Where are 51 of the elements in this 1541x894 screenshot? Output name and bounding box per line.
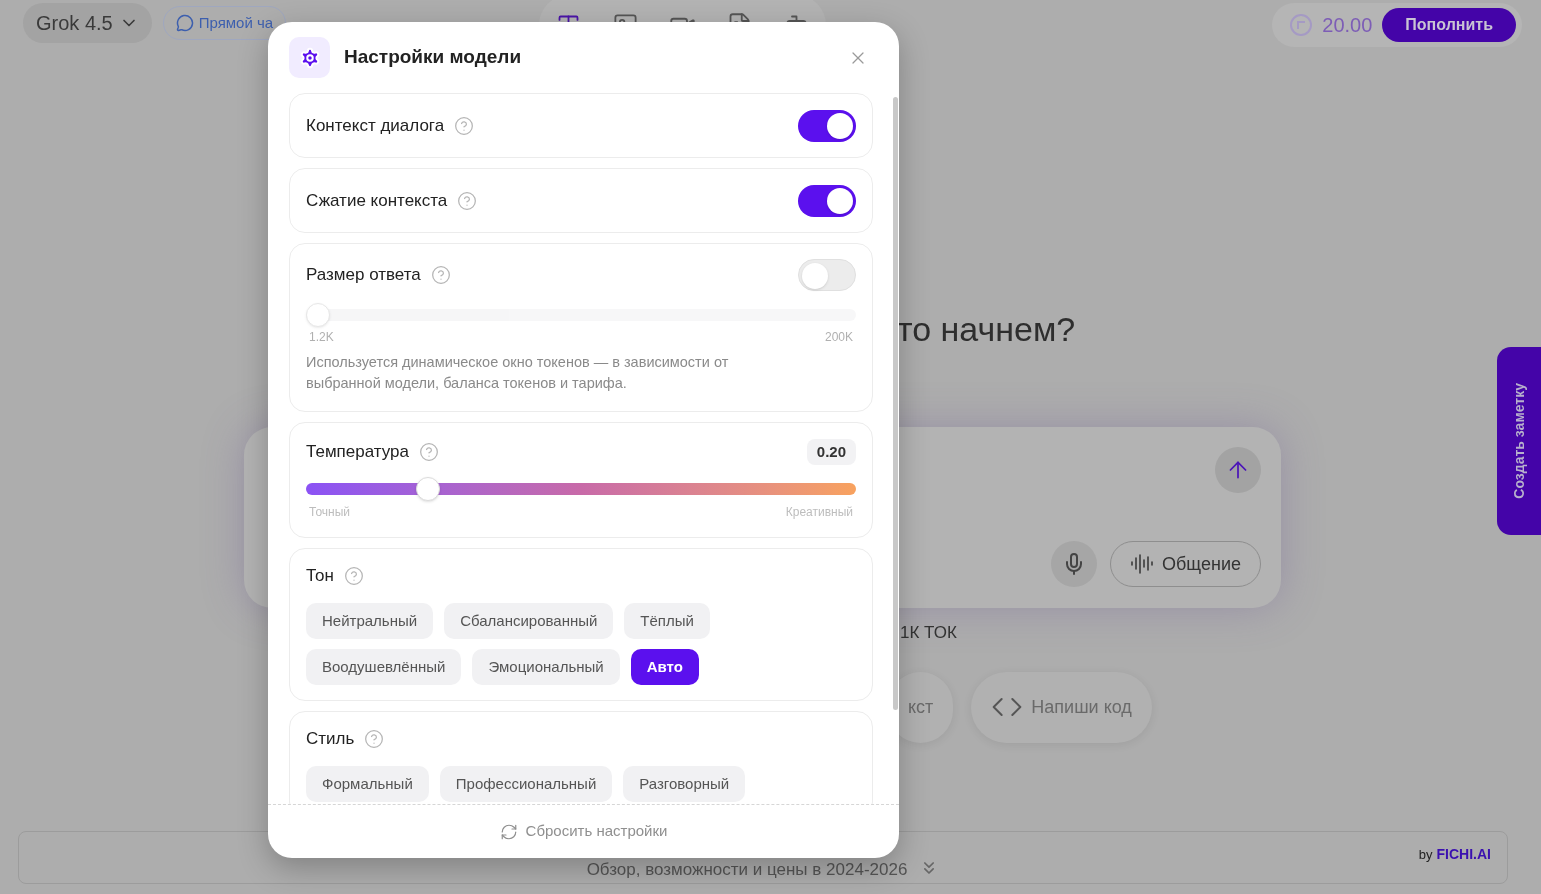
refresh-icon <box>499 822 518 841</box>
setting-label: Контекст диалога <box>306 114 445 137</box>
setting-label: Сжатие контекста <box>306 189 448 212</box>
option-chip[interactable]: Эмоциональный <box>472 649 620 685</box>
option-chip[interactable]: Сбалансированный <box>444 603 614 639</box>
model-selector[interactable]: Grok 4.5 <box>23 3 152 43</box>
setting-label: Тон <box>306 565 334 588</box>
help-icon[interactable] <box>454 115 475 136</box>
balance-amount: 20.00 <box>1322 13 1373 38</box>
help-icon[interactable] <box>457 190 478 211</box>
create-note-tab[interactable]: Создать заметку <box>1497 347 1541 535</box>
brand-logo[interactable]: FICHI.AI <box>1436 844 1491 865</box>
option-chip[interactable]: Разговорный <box>623 766 746 802</box>
coin-icon <box>1290 14 1313 36</box>
slider-thumb[interactable] <box>416 477 441 501</box>
option-chip[interactable]: Тёплый <box>624 603 710 639</box>
toggle-switch[interactable] <box>798 259 856 291</box>
help-icon[interactable] <box>418 442 439 462</box>
slider-track[interactable] <box>306 303 856 327</box>
topup-button[interactable]: Пополнить <box>1382 8 1516 42</box>
option-chip[interactable]: Авто <box>630 649 699 685</box>
slider-thumb[interactable] <box>306 303 330 327</box>
token-note: 1К ТОК <box>900 622 958 644</box>
gear-icon <box>289 37 330 78</box>
option-chip[interactable]: Формальный <box>306 766 429 802</box>
help-icon[interactable] <box>430 265 451 285</box>
value-badge: 0.20 <box>806 438 856 466</box>
setting-description: Используется динамическое окно токенов — в зависимости от выбранной модели, баланса токенов и тарифа. <box>306 353 730 393</box>
sound-wave-icon <box>1130 552 1155 576</box>
setting-label: Стиль <box>306 728 355 751</box>
microphone-button[interactable] <box>1051 541 1098 587</box>
option-chip[interactable]: Профессиональный <box>439 766 613 802</box>
setting-label: Температура <box>306 441 409 464</box>
option-chip[interactable]: Нейтральный <box>306 603 434 639</box>
slider-min-label: 1.2K <box>309 329 334 346</box>
toggle-switch[interactable] <box>798 109 856 142</box>
brand-by: by <box>1418 845 1433 864</box>
reset-button[interactable]: Сбросить настройки <box>499 820 668 843</box>
help-icon[interactable] <box>364 729 385 749</box>
slider-min-label: Точный <box>309 504 350 521</box>
greeting-heading: то начнем? <box>897 309 1076 350</box>
toggle-switch[interactable] <box>798 184 856 217</box>
slider-track[interactable] <box>306 477 856 501</box>
chat-bubble-icon <box>175 14 194 32</box>
help-icon[interactable] <box>343 566 364 586</box>
option-chip[interactable]: Воодушевлённый <box>306 649 462 685</box>
slider-max-label: 200K <box>824 329 853 346</box>
setting-label: Размер ответа <box>306 264 421 287</box>
dialog-title: Настройки модели <box>344 45 523 70</box>
send-button[interactable] <box>1215 447 1261 493</box>
slider-max-label: Креативный <box>785 504 853 521</box>
